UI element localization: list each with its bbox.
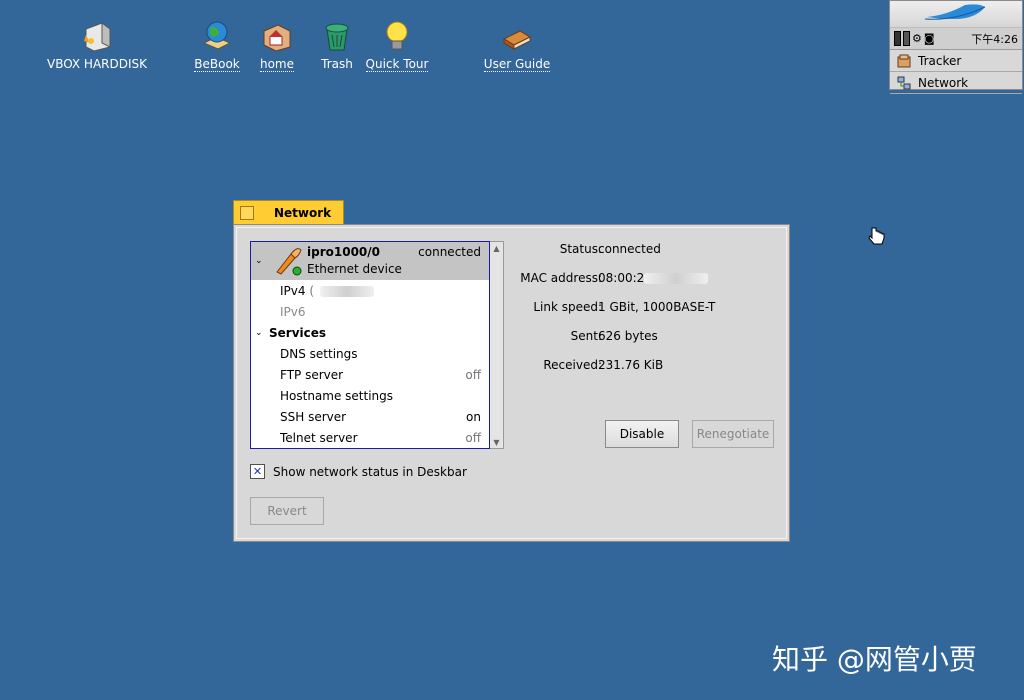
status-label: Status: [559, 242, 602, 256]
desktop-icon-label: home [259, 57, 295, 72]
deskbar: ⚙ ◙ 下午4:26 Tracker Network [889, 0, 1023, 94]
received-value: 231.76 KiB [598, 358, 664, 372]
mac-label: MAC address: [520, 271, 602, 285]
service-name: Hostname settings [280, 388, 394, 403]
desktop-icon-quick-tour[interactable]: Quick Tour [352, 18, 442, 72]
network-status-icon[interactable]: ⚙ [912, 32, 922, 45]
service-value: on [466, 409, 481, 424]
mac-value-container: 08:00:2 [598, 271, 709, 285]
device-status: connected [418, 245, 481, 259]
service-name: DNS settings [280, 346, 358, 361]
book-icon [499, 18, 535, 54]
ethernet-device-icon [273, 246, 303, 276]
mac-value: 08:00:2 [598, 271, 645, 285]
services-header-label: Services [269, 325, 327, 340]
home-folder-icon [259, 18, 295, 54]
disable-button[interactable]: Disable [605, 420, 679, 448]
deskbar-item-network[interactable]: Network [890, 72, 1022, 94]
desktop-icon-harddisk[interactable]: VBOX HARDDISK [47, 18, 147, 71]
list-item-ipv4[interactable]: IPv4 ( [251, 280, 489, 301]
interface-list[interactable]: ⌄ ipro1000/0 Ethernet device connected I… [250, 241, 490, 449]
link-speed-label: Link speed: [533, 300, 602, 314]
checkbox-label: Show network status in Deskbar [273, 464, 467, 479]
link-speed-value: 1 GBit, 1000BASE-T [598, 300, 716, 314]
list-item-dns[interactable]: DNS settings [251, 343, 489, 364]
checkbox-checked-icon[interactable]: ✕ [250, 464, 265, 479]
network-window: ⌄ ipro1000/0 Ethernet device connected I… [233, 224, 790, 542]
watermark: 知乎 @网管小贾 [772, 643, 977, 676]
device-type: Ethernet device [307, 262, 402, 276]
list-item-services-header[interactable]: ⌄ Services [251, 322, 489, 343]
list-item-telnet[interactable]: Telnet server off [251, 427, 489, 448]
service-value: off [465, 430, 481, 445]
device-name: ipro1000/0 [307, 245, 380, 259]
desktop-icon-label: Quick Tour [365, 57, 429, 72]
sent-value: 626 bytes [598, 329, 658, 343]
redacted-value [644, 273, 709, 284]
renegotiate-button[interactable]: Renegotiate [692, 420, 774, 448]
window-tab[interactable]: Network [233, 200, 344, 224]
deskbar-logo[interactable] [890, 1, 1022, 28]
deskbar-item-label: Tracker [918, 53, 962, 68]
globe-book-icon [199, 18, 235, 54]
service-name: Telnet server [280, 430, 358, 445]
tray-icons[interactable]: ⚙ ◙ [894, 31, 935, 46]
ipv4-text: IPv4 [280, 283, 306, 298]
ipv4-value-blurred: ( [309, 283, 315, 298]
list-item-ssh[interactable]: SSH server on [251, 406, 489, 427]
sent-label: Sent: [570, 329, 602, 343]
process-controller-icon[interactable] [894, 31, 901, 46]
window-close-button[interactable] [240, 205, 254, 220]
deskbar-clock[interactable]: 下午4:26 [971, 31, 1018, 47]
list-item-ftp[interactable]: FTP server off [251, 364, 489, 385]
chevron-down-icon[interactable]: ⌄ [255, 328, 263, 338]
service-value: off [465, 367, 481, 382]
network-icon [896, 75, 912, 91]
received-label: Received: [543, 358, 602, 372]
haiku-leaf-icon [924, 4, 986, 20]
ipv6-label: IPv6 [280, 304, 306, 319]
lightbulb-icon [379, 18, 415, 54]
tracker-icon [896, 53, 912, 69]
revert-button[interactable]: Revert [250, 497, 324, 525]
desktop-icon-label: User Guide [483, 57, 551, 72]
trash-icon [319, 18, 355, 54]
scroll-down-icon[interactable]: ▼ [490, 436, 503, 448]
process-controller-icon[interactable] [903, 31, 910, 46]
list-scrollbar[interactable]: ▲ ▼ [490, 241, 504, 449]
status-value: connected [598, 242, 661, 256]
desktop-icon-label: Trash [321, 57, 353, 71]
harddisk-icon [79, 18, 115, 54]
service-name: SSH server [280, 409, 347, 424]
list-item-ipv6[interactable]: IPv6 [251, 301, 489, 322]
desktop-icon-label: VBOX HARDDISK [46, 57, 148, 71]
window-title: Network [274, 205, 332, 220]
list-item-hostname[interactable]: Hostname settings [251, 385, 489, 406]
chevron-down-icon[interactable]: ⌄ [255, 256, 263, 266]
device-row[interactable]: ⌄ ipro1000/0 Ethernet device connected [251, 242, 489, 280]
service-name: FTP server [280, 367, 344, 382]
redacted-value [320, 285, 375, 297]
deskbar-tray: ⚙ ◙ 下午4:26 [890, 28, 1022, 50]
hand-cursor-icon [868, 226, 888, 249]
media-icon[interactable]: ◙ [924, 32, 935, 45]
deskbar-status-checkbox-row[interactable]: ✕ Show network status in Deskbar [250, 464, 467, 479]
scroll-up-icon[interactable]: ▲ [490, 242, 503, 254]
deskbar-item-label: Network [918, 75, 969, 90]
desktop-icon-user-guide[interactable]: User Guide [472, 18, 562, 72]
ipv4-label: IPv4 ( [280, 283, 375, 298]
deskbar-item-tracker[interactable]: Tracker [890, 50, 1022, 72]
